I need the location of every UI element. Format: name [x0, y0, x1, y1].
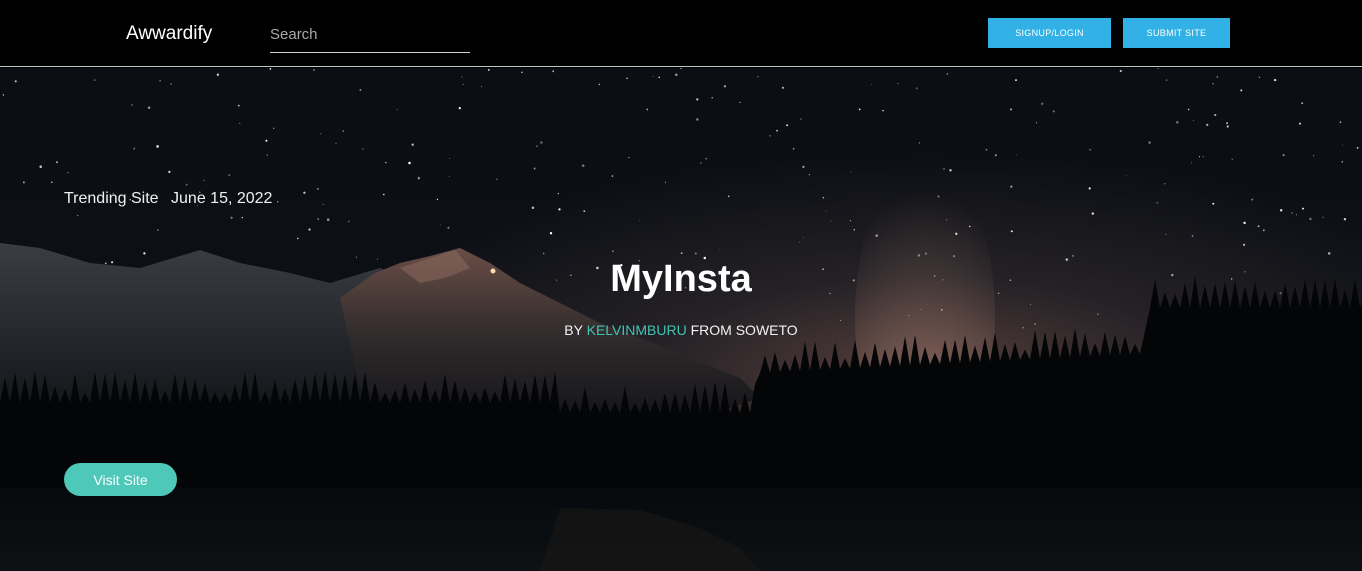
navbar: Awwardify SIGNUP/LOGIN SUBMIT SITE [0, 0, 1362, 67]
hero-banner: Trending Site June 15, 2022 [0, 68, 1362, 571]
author-link[interactable]: KELVINMBURU [587, 322, 687, 338]
search-input[interactable] [270, 22, 470, 53]
site-byline: BY KELVINMBURU FROM SOWETO [0, 322, 1362, 338]
site-title: MyInsta [610, 258, 752, 300]
signup-login-button[interactable]: SIGNUP/LOGIN [988, 18, 1111, 48]
visit-site-button[interactable]: Visit Site [64, 463, 177, 496]
submit-site-button[interactable]: SUBMIT SITE [1123, 18, 1230, 48]
hero-background-image [0, 68, 1362, 571]
trending-date: June 15, 2022 [171, 190, 273, 207]
trending-header: Trending Site June 15, 2022 [64, 190, 272, 208]
brand-logo[interactable]: Awwardify [126, 23, 212, 45]
by-prefix: BY [564, 322, 583, 338]
trending-badge: Trending Site [64, 190, 159, 207]
from-text: FROM SOWETO [690, 322, 798, 338]
